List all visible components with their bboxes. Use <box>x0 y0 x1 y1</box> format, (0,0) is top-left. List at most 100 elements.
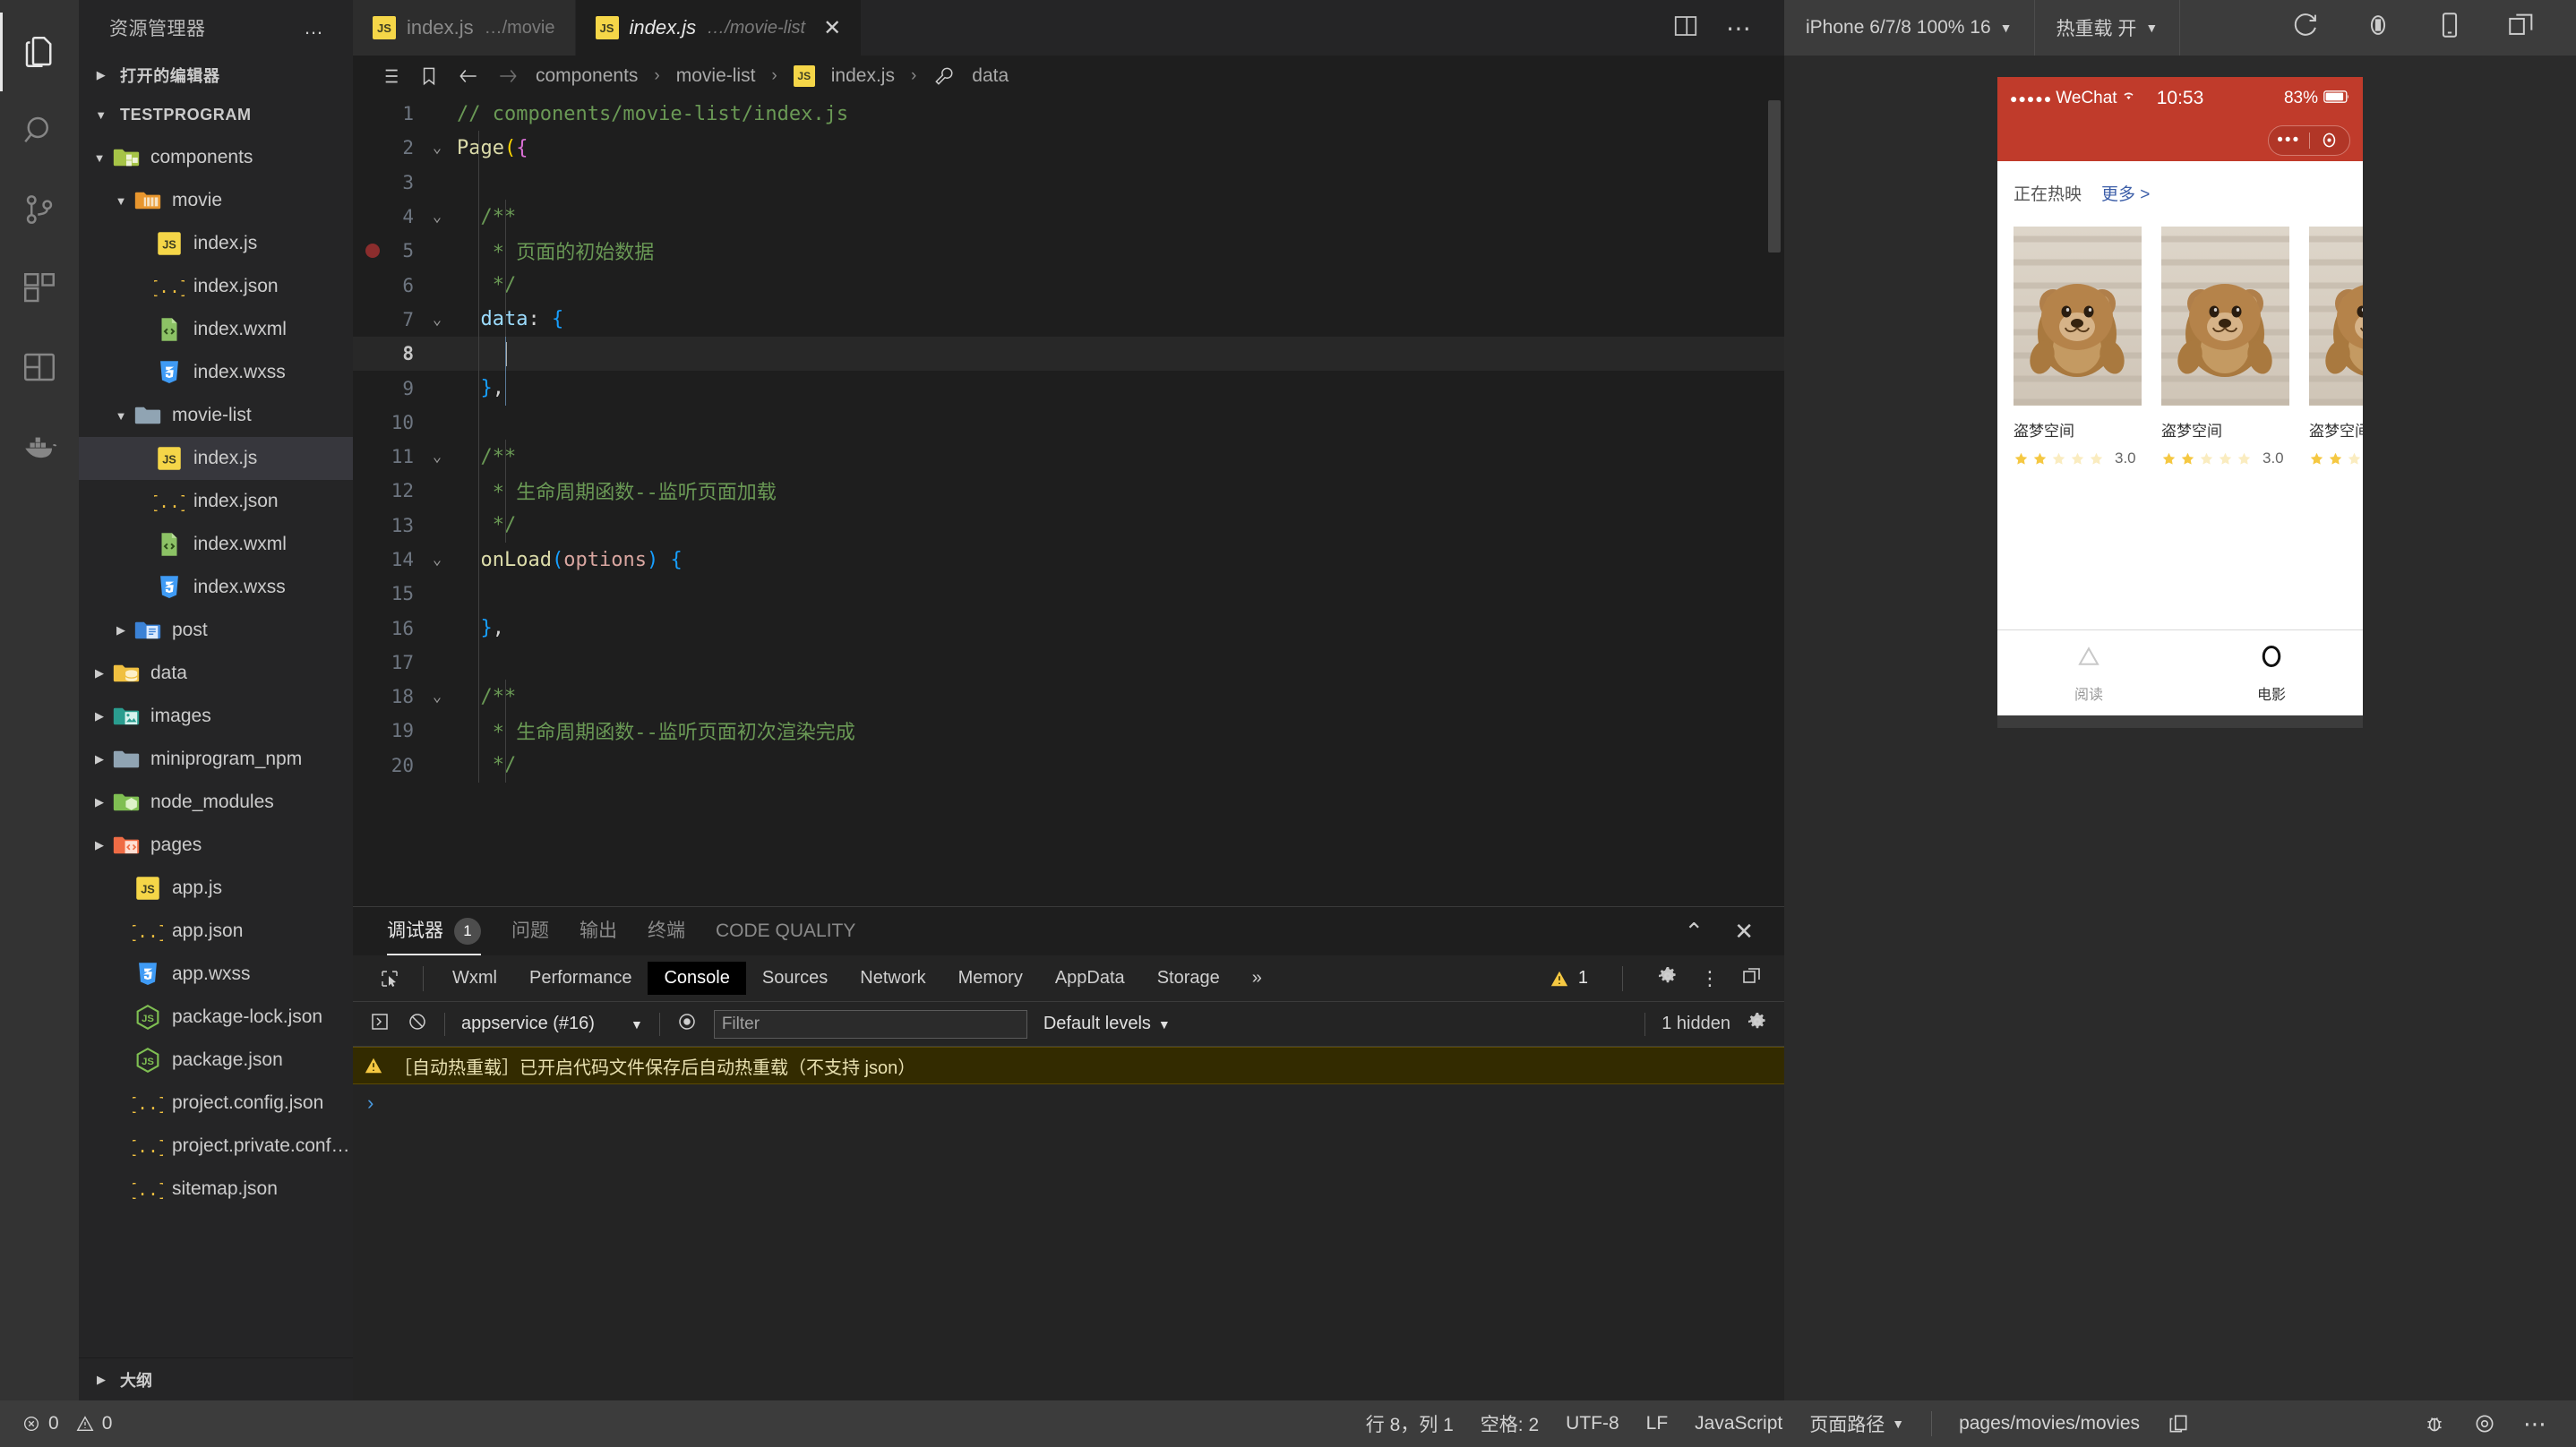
code-line[interactable]: 3 <box>353 166 1784 200</box>
device-battery-icon[interactable] <box>2363 10 2393 46</box>
devtools-more-vertical-icon[interactable]: ⋮ <box>1700 967 1720 990</box>
panel-tab-1[interactable]: 问题 <box>511 907 549 955</box>
code-line[interactable]: 6 */ <box>353 268 1784 302</box>
devtools-tab-performance[interactable]: Performance <box>513 962 648 995</box>
code-line[interactable]: 5 * 页面的初始数据 <box>353 234 1784 268</box>
code-line[interactable]: 9 }, <box>353 371 1784 405</box>
code-line[interactable]: 11 ⌄ /** <box>353 440 1784 474</box>
outline-section[interactable]: ▶ 大纲 <box>79 1357 353 1400</box>
source-control-icon[interactable] <box>0 170 79 249</box>
editor-tab-movie-list[interactable]: JS index.js …/movie-list ✕ <box>575 0 863 56</box>
project-section[interactable]: ▼ TESTPROGRAM <box>79 95 353 134</box>
back-arrow-icon[interactable] <box>457 64 480 88</box>
rotate-device-icon[interactable] <box>2291 10 2322 46</box>
console-prompt[interactable]: › <box>353 1084 1784 1122</box>
problems-status[interactable]: 0 0 <box>21 1413 112 1434</box>
tree-item-components[interactable]: ▼ components <box>79 136 353 179</box>
code-line[interactable]: 16 }, <box>353 611 1784 645</box>
tree-item-sitemap-json[interactable]: {..} sitemap.json <box>79 1168 353 1211</box>
console-eye-icon[interactable] <box>676 1011 698 1038</box>
panel-tab-4[interactable]: CODE QUALITY <box>716 907 855 955</box>
tree-item-images[interactable]: ▶ images <box>79 695 353 738</box>
tree-item-index-wxss[interactable]: index.wxss <box>79 351 353 394</box>
tree-item-project-config-json[interactable]: {..} project.config.json <box>79 1082 353 1125</box>
tree-item-package-lock-json[interactable]: JS package-lock.json <box>79 996 353 1039</box>
tree-item-index-json[interactable]: {..} index.json <box>79 480 353 523</box>
tree-item-app-json[interactable]: {..} app.json <box>79 910 353 953</box>
movie-poster[interactable] <box>2161 227 2289 406</box>
detach-window-icon[interactable] <box>2506 10 2537 46</box>
tree-item-index-wxml[interactable]: index.wxml <box>79 523 353 566</box>
chevron-down-icon[interactable]: ▼ <box>88 151 111 165</box>
fold-chevron-icon[interactable]: ⌄ <box>417 311 457 329</box>
devtools-tab-wxml[interactable]: Wxml <box>436 962 513 995</box>
docker-icon[interactable] <box>0 407 79 485</box>
split-editor-icon[interactable] <box>1672 13 1699 44</box>
forward-arrow-icon[interactable] <box>496 64 519 88</box>
outline-list-icon[interactable] <box>378 64 401 88</box>
debug-bug-icon[interactable] <box>2423 1412 2446 1435</box>
editor-scrollbar[interactable] <box>1768 100 1781 253</box>
breadcrumb-components[interactable]: components <box>536 65 638 87</box>
chevron-down-icon[interactable]: ▼ <box>109 409 133 423</box>
hot-reload-select[interactable]: 热重载 开 ▼ <box>2035 0 2181 56</box>
mobile-preview-icon[interactable] <box>2434 10 2465 46</box>
code-editor[interactable]: 1// components/movie-list/index.js 2 ⌄ Page… <box>353 97 1784 906</box>
chevron-right-icon[interactable]: ▶ <box>109 623 133 638</box>
explorer-icon[interactable] <box>0 13 79 91</box>
tree-item-movie-list[interactable]: ▼ movie-list <box>79 394 353 437</box>
warning-count-badge[interactable]: 1 <box>1550 968 1588 989</box>
fold-chevron-icon[interactable]: ⌄ <box>417 208 457 226</box>
encoding-setting[interactable]: UTF-8 <box>1566 1413 1619 1434</box>
tree-item-node-modules[interactable]: ▶ node_modules <box>79 781 353 824</box>
fold-chevron-icon[interactable]: ⌄ <box>417 688 457 706</box>
tree-item-miniprogram-npm[interactable]: ▶ miniprogram_npm <box>79 738 353 781</box>
execute-icon[interactable] <box>369 1011 391 1038</box>
tree-item-project-private-config-[interactable]: {..} project.private.config... <box>79 1125 353 1168</box>
code-line[interactable]: 19 * 生命周期函数--监听页面初次渲染完成 <box>353 714 1784 748</box>
extensions-icon[interactable] <box>0 249 79 328</box>
tree-item-index-wxml[interactable]: index.wxml <box>79 308 353 351</box>
editor-tab-movie[interactable]: JS index.js …/movie <box>353 0 576 56</box>
breadcrumb-data[interactable]: data <box>972 65 1009 87</box>
console-filter-input[interactable]: Filter <box>713 1009 1027 1039</box>
fold-chevron-icon[interactable]: ⌄ <box>417 139 457 157</box>
status-more-icon[interactable]: ⋯ <box>2523 1410 2549 1438</box>
capsule-button[interactable]: ••• <box>2268 124 2350 156</box>
preview-eye-icon[interactable] <box>2473 1412 2496 1435</box>
tree-item-index-wxss[interactable]: index.wxss <box>79 566 353 609</box>
console-settings-gear-icon[interactable] <box>1747 1011 1768 1038</box>
movie-poster[interactable] <box>2309 227 2363 406</box>
breadcrumb-movie-list[interactable]: movie-list <box>676 65 756 87</box>
chevron-right-icon[interactable]: ▶ <box>88 795 111 809</box>
tree-item-pages[interactable]: ▶ pages <box>79 824 353 867</box>
code-line[interactable]: 7 ⌄ data: { <box>353 303 1784 337</box>
movie-card[interactable]: 盗梦空间 3.0 <box>2161 227 2289 467</box>
wechat-devtools-icon[interactable] <box>0 328 79 407</box>
tree-item-post[interactable]: ▶ post <box>79 609 353 652</box>
tree-item-movie[interactable]: ▼ movie <box>79 179 353 222</box>
section-more-link[interactable]: 更多 > <box>2101 181 2150 205</box>
devtools-settings-gear-icon[interactable] <box>1657 965 1679 992</box>
tree-item-data[interactable]: ▶ data <box>79 652 353 695</box>
search-icon[interactable] <box>0 91 79 170</box>
eol-setting[interactable]: LF <box>1646 1413 1669 1434</box>
page-path-select[interactable]: 页面路径 ▼ <box>1809 1410 1904 1437</box>
sidebar-more-icon[interactable]: … <box>304 16 326 39</box>
console-output[interactable]: ［自动热重载］已开启代码文件保存后自动热重载（不支持 json） › <box>353 1047 1784 1400</box>
panel-tab-2[interactable]: 输出 <box>580 907 617 955</box>
devtools-tab-memory[interactable]: Memory <box>942 962 1039 995</box>
inspect-element-icon[interactable] <box>369 961 410 997</box>
devtools-tab-sources[interactable]: Sources <box>746 962 844 995</box>
panel-close-icon[interactable]: ✕ <box>1734 918 1754 946</box>
fold-chevron-icon[interactable]: ⌄ <box>417 551 457 569</box>
movie-card[interactable]: 盗梦空间 3.0 <box>2309 227 2363 467</box>
code-line[interactable]: 10 <box>353 406 1784 440</box>
chevron-right-icon[interactable]: ▶ <box>88 709 111 724</box>
console-context-select[interactable]: appservice (#16) ▼ <box>461 1014 643 1034</box>
indentation-setting[interactable]: 空格: 2 <box>1481 1410 1539 1437</box>
panel-tab-3[interactable]: 终端 <box>648 907 685 955</box>
devtools-dock-icon[interactable] <box>1741 965 1763 992</box>
language-mode[interactable]: JavaScript <box>1695 1413 1782 1434</box>
fold-chevron-icon[interactable]: ⌄ <box>417 448 457 466</box>
